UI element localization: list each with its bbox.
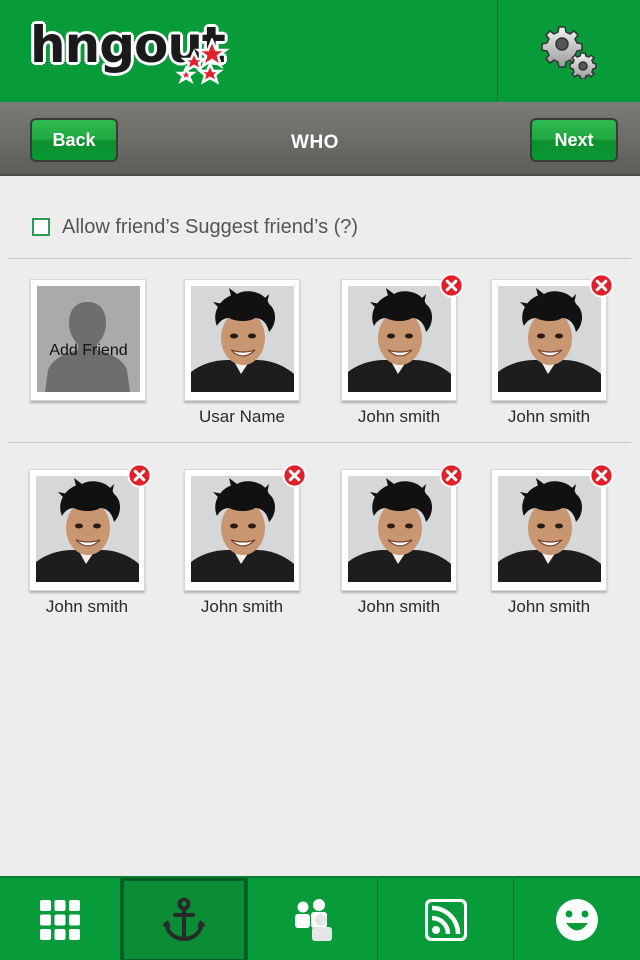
friend-name: John smith xyxy=(357,597,441,616)
photo-frame: Add Friend xyxy=(30,279,146,401)
divider xyxy=(8,258,631,259)
friend-avatar xyxy=(498,476,601,582)
friend-name: John smith xyxy=(45,597,129,616)
avatar-portrait xyxy=(348,286,451,392)
nav-item-feed[interactable] xyxy=(378,878,514,960)
nav-toolbar: Back WHO Next xyxy=(0,102,640,176)
nav-item-apps[interactable] xyxy=(0,878,121,960)
nav-item-profile[interactable] xyxy=(514,878,640,960)
nav-item-anchor[interactable] xyxy=(121,878,248,960)
friend-avatar xyxy=(498,286,601,392)
app-logo: hngout xyxy=(24,14,234,94)
friend-avatar xyxy=(348,476,451,582)
allow-suggest-checkbox[interactable] xyxy=(32,218,50,236)
avatar-portrait xyxy=(36,476,139,582)
person-silhouette-icon xyxy=(45,302,130,392)
friend-avatar xyxy=(348,286,451,392)
remove-icon[interactable] xyxy=(589,273,614,298)
app-header: hngout xyxy=(0,0,640,102)
avatar-portrait xyxy=(498,286,601,392)
friend-avatar xyxy=(36,476,139,582)
nav-item-people[interactable] xyxy=(248,878,378,960)
remove-icon[interactable] xyxy=(439,463,464,488)
avatar-portrait xyxy=(498,476,601,582)
bottom-nav xyxy=(0,876,640,960)
photo-frame xyxy=(184,279,300,401)
friend-name: John smith xyxy=(507,407,591,426)
grid-icon xyxy=(40,900,80,940)
remove-icon[interactable] xyxy=(127,463,152,488)
people-icon xyxy=(294,899,332,941)
rss-icon xyxy=(424,899,467,941)
friend-name: John smith xyxy=(357,407,441,426)
avatar-portrait xyxy=(191,286,294,392)
add-friend-placeholder: Add Friend xyxy=(37,286,140,392)
remove-icon[interactable] xyxy=(439,273,464,298)
logo-stars-icon xyxy=(175,38,230,85)
allow-suggest-label: Allow friend’s Suggest friend’s (?) xyxy=(62,215,359,238)
friend-avatar xyxy=(191,476,294,582)
friend-name: John smith xyxy=(507,597,591,616)
divider xyxy=(8,442,631,443)
settings-button[interactable] xyxy=(498,0,640,102)
allow-suggest-row[interactable]: Allow friend’s Suggest friend’s (?) xyxy=(32,212,358,242)
back-button[interactable]: Back xyxy=(30,118,118,162)
remove-icon[interactable] xyxy=(589,463,614,488)
next-button[interactable]: Next xyxy=(530,118,618,162)
smiley-icon xyxy=(556,899,598,941)
friend-avatar xyxy=(191,286,294,392)
friend-name: Usar Name xyxy=(199,407,285,426)
gear-icon xyxy=(541,26,597,79)
page-title: WHO xyxy=(291,132,339,153)
avatar-portrait xyxy=(191,476,294,582)
remove-icon[interactable] xyxy=(282,463,307,488)
avatar-portrait xyxy=(348,476,451,582)
anchor-icon xyxy=(162,897,206,942)
friend-name: John smith xyxy=(200,597,284,616)
add-friend-label: Add Friend xyxy=(49,342,128,359)
